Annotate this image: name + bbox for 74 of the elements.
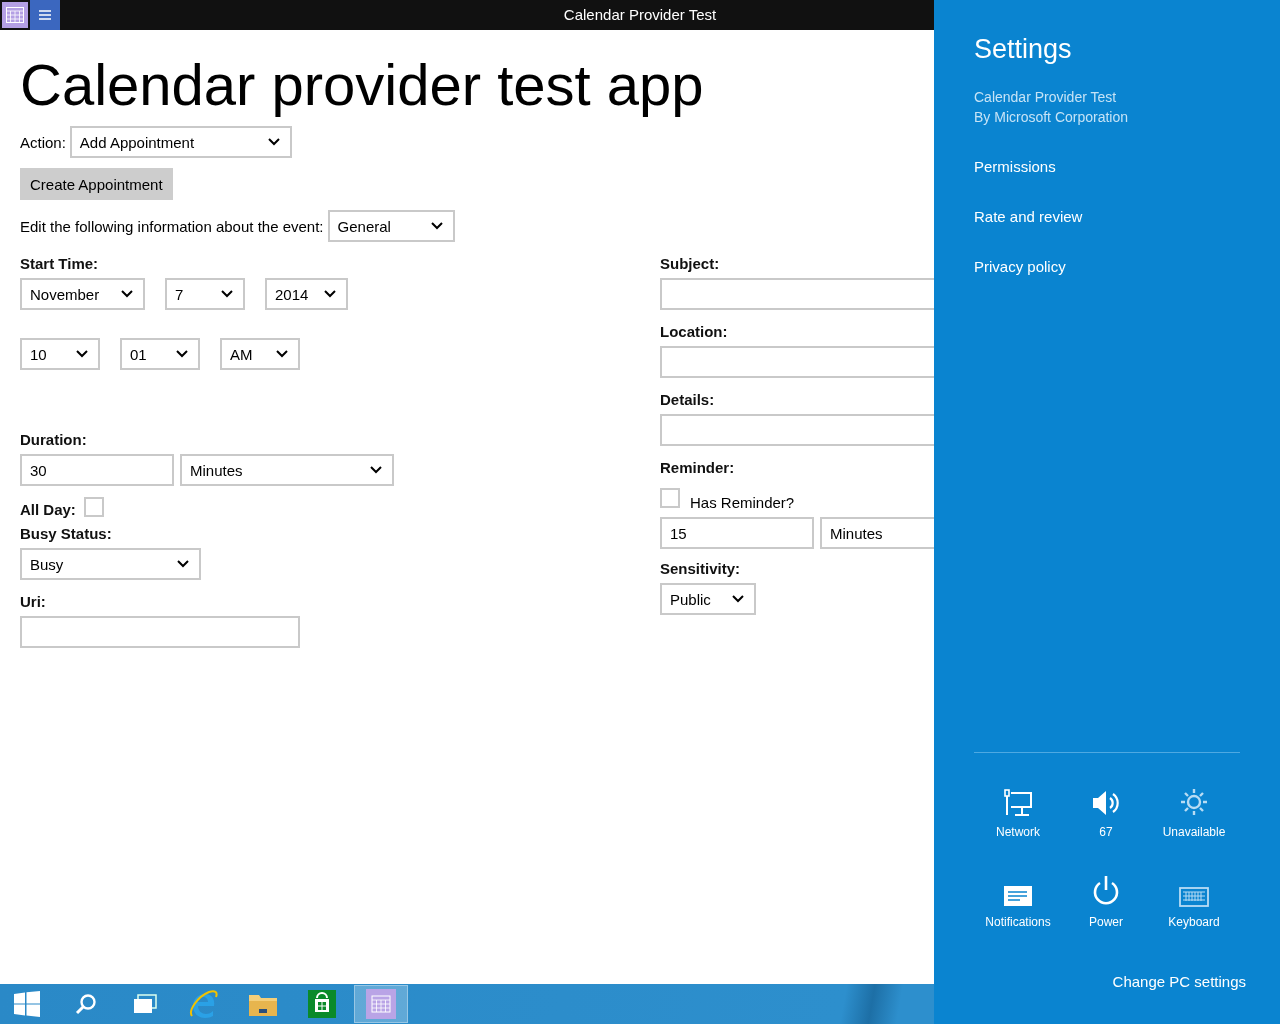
keyboard-icon <box>1179 887 1209 907</box>
sensitivity-label: Sensitivity: <box>660 559 741 579</box>
menu-button[interactable] <box>30 0 60 30</box>
uri-field[interactable] <box>20 616 300 648</box>
action-dropdown[interactable]: Add Appointment <box>69 126 292 158</box>
uri-label: Uri: <box>20 592 46 612</box>
chevron-down-icon <box>176 350 188 358</box>
network-tile[interactable]: Network <box>974 779 1062 839</box>
day-dropdown[interactable]: 7 <box>165 278 245 310</box>
all-day-label: All Day: <box>20 500 76 520</box>
busy-status-dropdown[interactable]: Busy <box>20 548 201 580</box>
section-dropdown[interactable]: General <box>327 210 455 242</box>
change-pc-settings-link[interactable]: Change PC settings <box>1112 973 1246 990</box>
reminder-unit-dropdown[interactable]: Minutes <box>820 517 934 549</box>
chevron-down-icon <box>267 138 280 146</box>
reminder-field[interactable]: 15 <box>660 517 814 549</box>
calendar-app-button[interactable] <box>354 985 408 1023</box>
create-appointment-button[interactable]: Create Appointment <box>20 168 173 200</box>
chevron-down-icon <box>221 290 233 298</box>
menu-icon <box>39 10 51 20</box>
year-dropdown[interactable]: 2014 <box>265 278 348 310</box>
sensitivity-dropdown[interactable]: Public <box>660 583 756 615</box>
start-time-label: Start Time: <box>20 254 99 274</box>
subject-field[interactable] <box>660 278 934 310</box>
chevron-down-icon <box>324 290 336 298</box>
reminder-label: Reminder: <box>660 458 735 478</box>
settings-link[interactable]: Privacy policy <box>974 257 1066 277</box>
search-icon <box>75 993 97 1015</box>
has-reminder-label: Has Reminder? <box>690 494 795 511</box>
settings-link[interactable]: Rate and review <box>974 207 1083 227</box>
power-tile[interactable]: Power <box>1062 869 1150 929</box>
windows-logo-icon <box>14 991 40 1017</box>
monitor-icon <box>1003 789 1033 817</box>
subject-label: Subject: <box>660 254 720 274</box>
browser-icon <box>189 989 219 1019</box>
has-reminder-checkbox[interactable] <box>660 487 680 508</box>
power-icon <box>1091 875 1121 907</box>
notifications-tile[interactable]: Notifications <box>974 869 1062 929</box>
duration-label: Duration: <box>20 430 87 450</box>
window-title: Calendar Provider Test <box>563 6 717 23</box>
chevron-down-icon <box>276 350 288 358</box>
settings-link[interactable]: Permissions <box>974 157 1056 177</box>
month-dropdown[interactable]: November <box>20 278 145 310</box>
location-field[interactable] <box>660 346 934 378</box>
sun-icon <box>1178 787 1210 817</box>
calendar-icon[interactable] <box>2 2 28 28</box>
chevron-down-icon <box>732 595 744 603</box>
shopping-bag-icon <box>308 990 336 1018</box>
busy-status-label: Busy Status: <box>20 524 112 544</box>
details-label: Details: <box>660 390 715 410</box>
chevron-down-icon <box>76 350 88 358</box>
duration-field[interactable]: 30 <box>20 454 174 486</box>
message-icon <box>1003 885 1033 907</box>
edit-section-label: Edit the following information about the event: <box>20 217 324 235</box>
chevron-down-icon <box>121 290 133 298</box>
volume-tile[interactable]: 67 <box>1062 779 1150 839</box>
calendar-icon <box>366 989 396 1019</box>
settings-title: Settings <box>974 34 1073 65</box>
chevron-down-icon <box>430 222 443 230</box>
details-field[interactable] <box>660 414 934 446</box>
minute-dropdown[interactable]: 01 <box>120 338 200 370</box>
page-heading: Calendar provider test app <box>20 52 704 118</box>
publisher-name: By Microsoft Corporation <box>974 108 1130 127</box>
speaker-icon <box>1091 789 1121 817</box>
task-view-icon <box>133 994 157 1014</box>
app-name: Calendar Provider Test <box>974 88 1118 107</box>
all-day-checkbox[interactable] <box>83 497 104 517</box>
location-label: Location: <box>660 322 728 342</box>
hour-dropdown[interactable]: 10 <box>20 338 100 370</box>
action-label: Action: <box>20 133 66 151</box>
chevron-down-icon <box>177 560 189 568</box>
am-pm-dropdown[interactable]: AM <box>220 338 300 370</box>
duration-unit-dropdown[interactable]: Minutes <box>180 454 394 486</box>
chevron-down-icon <box>370 466 382 474</box>
